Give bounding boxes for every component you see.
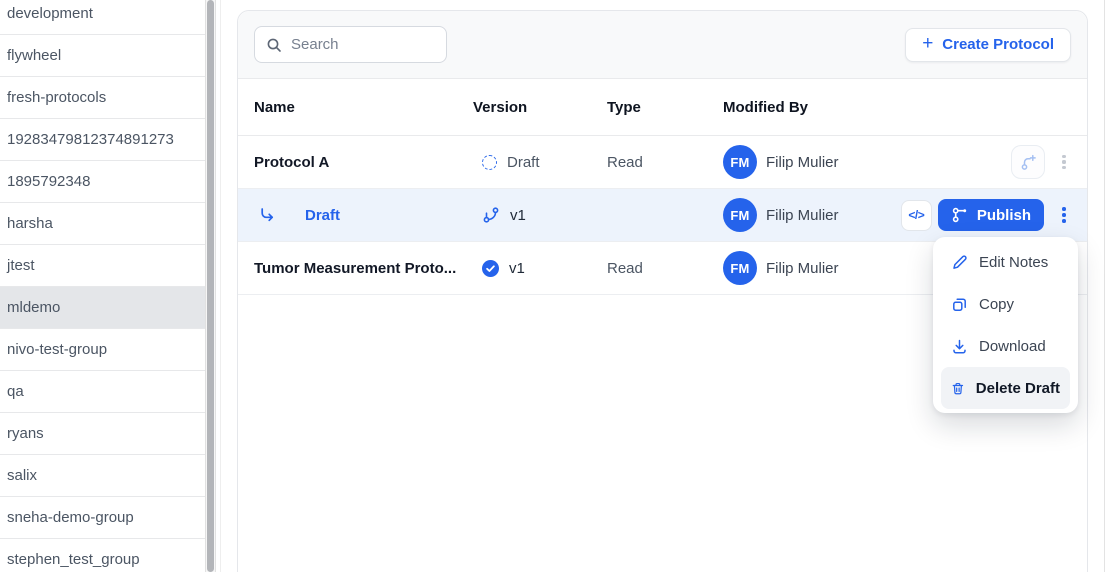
protocol-name: Tumor Measurement Proto...: [254, 259, 457, 277]
create-protocol-button[interactable]: + Create Protocol: [905, 27, 1071, 62]
version-label: Draft: [507, 153, 540, 171]
pencil-icon: [953, 254, 967, 269]
sidebar-scrollbar[interactable]: [205, 0, 216, 572]
menu-item-label: Edit Notes: [979, 253, 1049, 271]
publish-button[interactable]: Publish: [937, 199, 1044, 231]
code-icon: </>: [908, 208, 925, 222]
git-merge-icon: [952, 207, 967, 223]
menu-item-delete-draft[interactable]: Delete Draft: [941, 367, 1070, 409]
dashed-circle-icon: [482, 154, 497, 170]
search-icon: [267, 38, 281, 52]
type-label: Read: [607, 153, 643, 171]
draft-link[interactable]: Draft: [305, 207, 340, 224]
modified-by-name: Filip Mulier: [766, 259, 839, 277]
sidebar-item-19283479812374891273[interactable]: 19283479812374891273: [0, 119, 205, 161]
panel-divider: [220, 0, 221, 572]
draft-context-menu: Edit Notes Copy Download Delete Draft: [933, 237, 1078, 413]
sidebar-item-harsha[interactable]: harsha: [0, 203, 205, 245]
version-label: v1: [509, 259, 525, 277]
more-menu-icon[interactable]: [1057, 154, 1071, 170]
column-header-modified-by: Modified By: [723, 98, 808, 116]
git-branch-icon: [483, 207, 499, 223]
create-protocol-label: Create Protocol: [942, 36, 1054, 53]
more-menu-icon-active[interactable]: [1057, 207, 1071, 223]
sidebar-item-qa[interactable]: qa: [0, 371, 205, 413]
publish-label: Publish: [976, 206, 1031, 224]
avatar: FM: [723, 251, 757, 285]
create-draft-button[interactable]: [1011, 145, 1045, 179]
group-list: development flywheel fresh-protocols 192…: [0, 0, 205, 572]
sidebar-item-sneha-demo-group[interactable]: sneha-demo-group: [0, 497, 205, 539]
git-branch-plus-icon: [1021, 154, 1036, 170]
menu-item-label: Download: [979, 337, 1046, 355]
version-label: v1: [510, 206, 526, 224]
avatar: FM: [723, 145, 757, 179]
plus-icon: +: [922, 33, 934, 54]
sidebar-item-development[interactable]: development: [0, 0, 205, 35]
protocols-toolbar: + Create Protocol: [238, 11, 1087, 79]
sidebar-item-ryans[interactable]: ryans: [0, 413, 205, 455]
sidebar-item-jtest[interactable]: jtest: [0, 245, 205, 287]
copy-icon: [953, 297, 966, 311]
sidebar-item-mldemo[interactable]: mldemo: [0, 287, 205, 329]
table-row-draft[interactable]: Draft v1 FM Filip Mulier </> Publish: [238, 189, 1087, 242]
sidebar-item-flywheel[interactable]: flywheel: [0, 35, 205, 77]
search-input[interactable]: [291, 36, 435, 53]
download-icon: [953, 339, 966, 354]
trash-icon: [952, 382, 964, 394]
table-header: Name Version Type Modified By: [238, 79, 1087, 136]
sidebar-item-1895792348[interactable]: 1895792348: [0, 161, 205, 203]
table-row-protocol-a[interactable]: Protocol A Draft Read FM Filip Mulier: [238, 136, 1087, 189]
modified-by-name: Filip Mulier: [766, 153, 839, 171]
sidebar-item-nivo-test-group[interactable]: nivo-test-group: [0, 329, 205, 371]
sidebar-item-stephen_test_group[interactable]: stephen_test_group: [0, 539, 205, 572]
check-circle-icon: [482, 259, 499, 277]
menu-item-label: Copy: [979, 295, 1015, 313]
menu-item-copy[interactable]: Copy: [941, 283, 1070, 325]
page-scrollbar[interactable]: [1104, 0, 1116, 572]
sidebar-item-fresh-protocols[interactable]: fresh-protocols: [0, 77, 205, 119]
column-header-name: Name: [254, 98, 295, 116]
menu-item-edit-notes[interactable]: Edit Notes: [941, 241, 1070, 283]
protocol-name: Protocol A: [254, 153, 330, 171]
type-label: Read: [607, 259, 643, 277]
column-header-type: Type: [607, 98, 641, 116]
column-header-version: Version: [473, 98, 528, 116]
corner-down-right-icon: [261, 208, 274, 222]
menu-item-download[interactable]: Download: [941, 325, 1070, 367]
group-sidebar: development flywheel fresh-protocols 192…: [0, 0, 205, 572]
avatar: FM: [723, 198, 757, 232]
modified-by-name: Filip Mulier: [766, 206, 839, 224]
menu-item-label: Delete Draft: [975, 379, 1060, 397]
sidebar-scrollbar-thumb[interactable]: [207, 0, 214, 572]
search-box[interactable]: [254, 26, 447, 63]
sidebar-item-salix[interactable]: salix: [0, 455, 205, 497]
code-view-button[interactable]: </>: [900, 199, 932, 231]
